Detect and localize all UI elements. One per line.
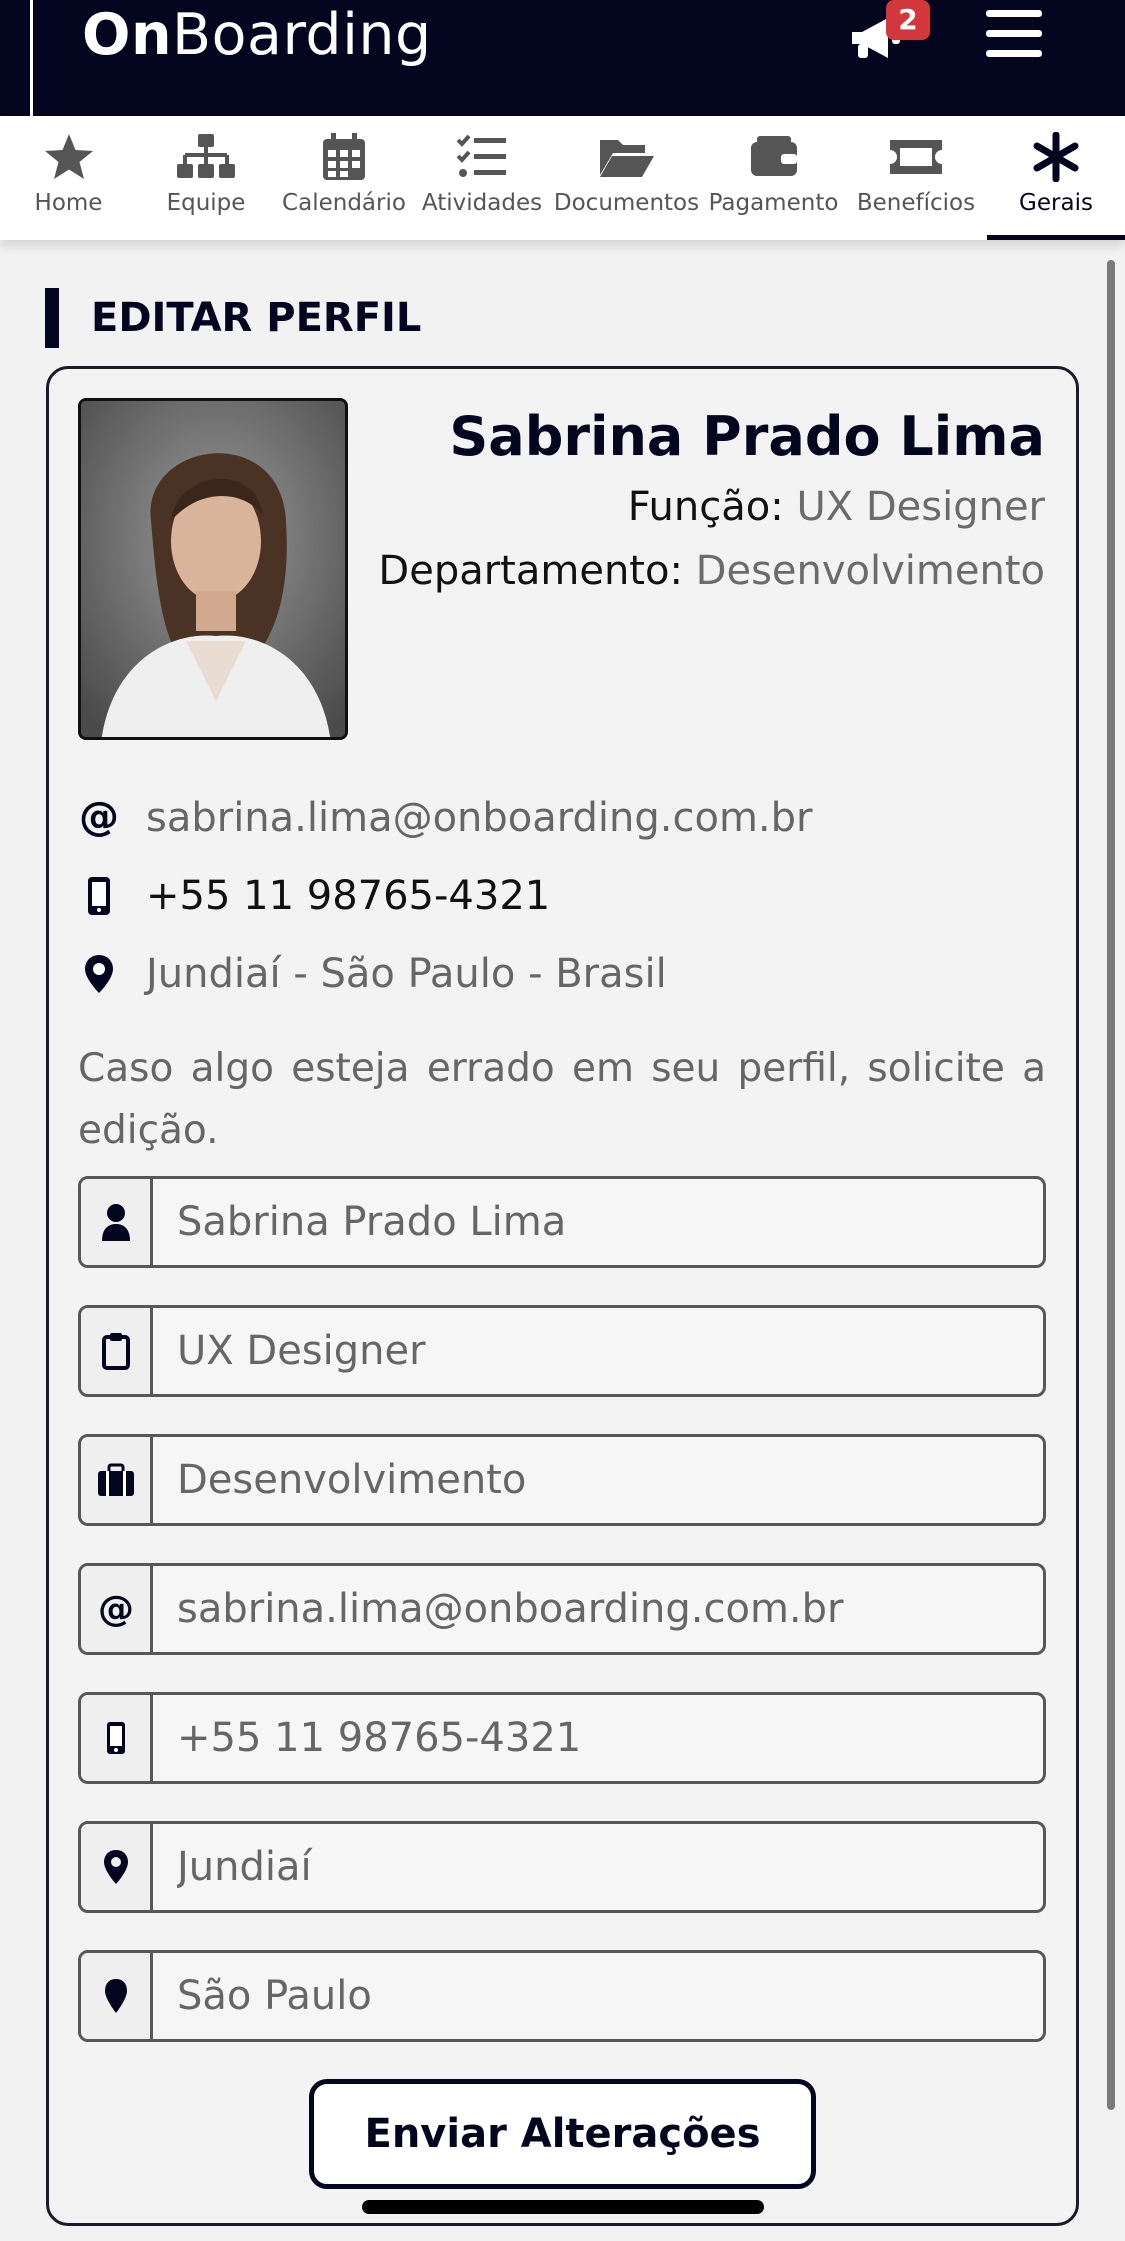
folder-open-icon — [599, 140, 654, 177]
phone-input[interactable] — [153, 1695, 1043, 1781]
state-field — [78, 1950, 1046, 2042]
email-input[interactable] — [153, 1566, 1043, 1652]
edit-request-note: Caso algo esteja errado em seu perfil, s… — [78, 1046, 1046, 1153]
page-scrollbar[interactable] — [1107, 260, 1115, 2110]
at-icon: @ — [81, 1566, 153, 1652]
tab-calendario[interactable]: Calendário — [275, 116, 413, 240]
info-phone: +55 11 98765-4321 — [78, 868, 550, 924]
svg-text:@: @ — [98, 1589, 134, 1629]
wallet-icon — [750, 136, 797, 176]
role-field — [78, 1305, 1046, 1397]
department-input[interactable] — [153, 1437, 1043, 1523]
briefcase-icon — [81, 1437, 153, 1523]
role-input[interactable] — [153, 1308, 1043, 1394]
header-divider — [30, 0, 33, 116]
profile-department: Departamento: Desenvolvimento — [378, 548, 1045, 594]
mobile-icon — [81, 1695, 153, 1781]
department-field — [78, 1434, 1046, 1526]
hamburger-menu-icon[interactable] — [986, 10, 1042, 58]
ticket-icon — [890, 140, 942, 174]
email-field: @ — [78, 1563, 1046, 1655]
title-accent-bar — [45, 288, 59, 348]
page-title: EDITAR PERFIL — [91, 295, 422, 341]
profile-photo — [78, 398, 348, 740]
phone-field — [78, 1692, 1046, 1784]
mobile-icon — [78, 874, 120, 918]
app-header: OnBoarding 2 — [0, 0, 1125, 116]
city-field — [78, 1821, 1046, 1913]
tab-beneficios[interactable]: Benefícios — [845, 116, 987, 240]
tab-pagamento[interactable]: Pagamento — [702, 116, 845, 240]
tab-gerais[interactable]: Gerais — [987, 116, 1125, 240]
info-location: Jundiaí - São Paulo - Brasil — [78, 946, 667, 1002]
user-icon — [81, 1179, 153, 1265]
asterisk-icon — [1033, 132, 1079, 182]
home-indicator — [362, 2200, 764, 2214]
map-pin-icon — [81, 1953, 153, 2039]
tab-bar: Home Equipe Calendário Atividades Docume… — [0, 116, 1125, 240]
submit-changes-button[interactable]: Enviar Alterações — [309, 2079, 816, 2189]
star-icon — [44, 134, 93, 179]
clipboard-icon — [81, 1308, 153, 1394]
calendar-icon — [323, 133, 365, 180]
map-marker-icon — [81, 1824, 153, 1910]
tab-home[interactable]: Home — [0, 116, 137, 240]
tab-atividades[interactable]: Atividades — [413, 116, 551, 240]
at-icon: @ — [78, 796, 120, 840]
city-input[interactable] — [153, 1824, 1043, 1910]
app-logo[interactable]: OnBoarding — [82, 2, 432, 68]
profile-role: Função: UX Designer — [627, 484, 1045, 530]
name-input[interactable] — [153, 1179, 1043, 1265]
notification-badge: 2 — [886, 0, 930, 40]
tab-documentos[interactable]: Documentos — [551, 116, 702, 240]
profile-name: Sabrina Prado Lima — [449, 405, 1045, 468]
info-email: @ sabrina.lima@onboarding.com.br — [78, 795, 813, 841]
org-chart-icon — [177, 134, 235, 178]
tab-equipe[interactable]: Equipe — [137, 116, 275, 240]
state-input[interactable] — [153, 1953, 1043, 2039]
checklist-icon — [456, 134, 506, 177]
name-field — [78, 1176, 1046, 1268]
svg-text:@: @ — [79, 797, 119, 839]
section-title: EDITAR PERFIL — [45, 288, 421, 348]
map-marker-icon — [78, 952, 120, 996]
